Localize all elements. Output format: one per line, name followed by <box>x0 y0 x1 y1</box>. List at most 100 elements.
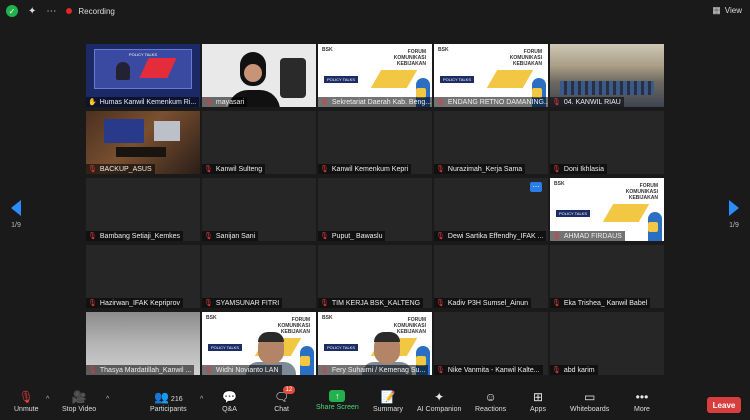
mic-muted-icon: 🎙 <box>320 367 329 374</box>
mic-muted-icon: 🎙 <box>204 166 213 173</box>
recording-label: Recording <box>78 6 115 16</box>
participant-tile[interactable]: 🎙 Doni Ikhlasia <box>550 111 664 174</box>
share-screen-button[interactable]: ↑ Share Screen <box>316 390 359 411</box>
more-button[interactable]: ••• More <box>634 390 650 413</box>
participant-name-tag: ✋ Humas Kanwil Kemenkum Ri... <box>86 97 200 107</box>
participant-tile[interactable]: BSK FORUM KOMUNIKASI KEBIJAKAN POLICY TALKS 🎙… <box>318 44 432 107</box>
participant-tile[interactable]: 🎙 Sanijan Sani <box>202 178 316 241</box>
participant-tile[interactable]: 🎙 TIM KERJA BSK_KALTENG <box>318 245 432 308</box>
participant-name-tag: 🎙 Eka Trishea_ Kanwil Babel <box>550 298 651 308</box>
whiteboards-label: Whiteboards <box>570 406 610 413</box>
unmute-button[interactable]: 🎙 Unmute <box>14 390 39 413</box>
participants-button[interactable]: 👥 216 Participants <box>150 390 187 413</box>
mic-muted-icon: 🎙 <box>204 367 213 374</box>
chat-button[interactable]: 🗨 12 Chat <box>274 386 296 413</box>
studio-desk <box>116 147 166 157</box>
mic-muted-icon: 🎙 <box>88 300 97 307</box>
participant-name: Bambang Setiaji_Kemkes <box>99 232 181 240</box>
participant-tile[interactable]: 🎙 Kanwil Kemenkum Kepri <box>318 111 432 174</box>
share-screen-icon: ↑ <box>329 390 346 402</box>
recording-indicator[interactable]: Recording <box>66 6 115 16</box>
stop-video-label: Stop Video <box>62 406 97 413</box>
slide-title: FORUM KOMUNIKASI KEBIJAKAN <box>393 49 426 67</box>
more-icon[interactable]: ⋯ <box>46 6 56 17</box>
tile-more-options-icon[interactable]: ⋯ <box>530 182 542 192</box>
apps-button[interactable]: ⊞ Apps <box>530 390 546 413</box>
ai-companion-button[interactable]: ✦ AI Companion <box>417 390 461 413</box>
participants-label: Participants <box>150 406 187 413</box>
apps-icon[interactable]: ✦ <box>28 6 36 17</box>
stop-video-button[interactable]: 🎥 Stop Video <box>62 390 96 413</box>
participant-name: TIM KERJA BSK_KALTENG <box>331 299 421 307</box>
participant-tile[interactable]: 🎙 BACKUP_ASUS <box>86 111 200 174</box>
participant-tile[interactable]: 🎙 Puput_ Bawaslu <box>318 178 432 241</box>
participant-grid: POLICY TALKS ✋ Humas Kanwil Kemenkum Ri...… <box>86 44 664 376</box>
participant-tile[interactable]: BSK FORUM KOMUNIKASI KEBIJAKAN POLICY TALKS 🎙… <box>550 178 664 241</box>
participant-tile[interactable]: 🎙 Nike Vanmita - Kanwil Kalte... <box>434 312 548 375</box>
participant-name: SYAMSUNAR FITRI <box>215 299 280 307</box>
participant-tile[interactable]: 🎙 Nurazimah_Kerja Sama <box>434 111 548 174</box>
recording-dot-icon <box>66 8 73 14</box>
grid-icon: ▦ <box>712 5 721 15</box>
mic-muted-icon: 🎙 <box>320 99 329 106</box>
slide-title: FORUM KOMUNIKASI KEBIJAKAN <box>509 49 542 67</box>
participant-tile[interactable]: ⋯ 🎙 Dewi Sartika Effendhy_IFAK ... <box>434 178 548 241</box>
participant-name: Widhi Novianto LAN <box>215 366 279 374</box>
next-page-button[interactable]: 1/9 <box>724 200 744 229</box>
slide-logo: BSK <box>206 315 217 321</box>
mic-muted-icon: 🎙 <box>552 233 561 240</box>
participant-name-tag: 🎙 Hazirwan_IFAK Kepriprov <box>86 298 184 308</box>
mic-muted-icon: 🎙 <box>436 99 445 106</box>
slide-policy-tag: POLICY TALKS <box>324 76 359 83</box>
ellipsis-icon: ••• <box>635 390 649 404</box>
participant-tile[interactable]: 🎙 Hazirwan_IFAK Kepriprov <box>86 245 200 308</box>
stage-screen-text: POLICY TALKS <box>129 52 158 57</box>
audio-options-chevron-icon[interactable]: ^ <box>46 396 49 403</box>
reactions-button[interactable]: ☺ Reactions <box>475 390 506 413</box>
participant-name: Fery Suhaimi / Kemenag Su... <box>331 366 426 374</box>
participant-tile[interactable]: 🎙 Bambang Setiaji_Kemkes <box>86 178 200 241</box>
participant-tile[interactable]: 🎙 Kadiv P3H Sumsel_Ainun <box>434 245 548 308</box>
chat-unread-badge: 12 <box>282 386 296 394</box>
summary-button[interactable]: 📝 Summary <box>373 390 403 413</box>
participant-tile[interactable]: 🎙 Kanwil Sulteng <box>202 111 316 174</box>
participant-tile[interactable]: 🎙 Thasya Mardatillah_Kanwil ... <box>86 312 200 375</box>
slide-title: FORUM KOMUNIKASI KEBIJAKAN <box>393 317 426 335</box>
apps-label: Apps <box>530 406 546 413</box>
mic-muted-icon: 🎙 <box>436 233 445 240</box>
participant-tile[interactable]: BSK FORUM KOMUNIKASI KEBIJAKAN POLICY TALKS 🎙… <box>434 44 548 107</box>
participant-tile[interactable]: 🎙 abd karim <box>550 312 664 375</box>
participant-name-tag: 🎙 TIM KERJA BSK_KALTENG <box>318 298 424 308</box>
whiteboards-button[interactable]: ▭ Whiteboards <box>570 390 609 413</box>
slide-decor-yellow <box>602 204 650 222</box>
participant-tile[interactable]: 🎙 04. KANWIL RIAU <box>550 44 664 107</box>
mic-muted-icon: 🎙 <box>552 99 561 106</box>
participant-tile[interactable]: BSK FORUM KOMUNIKASI KEBIJAKAN POLICY TALKS 🎙… <box>318 312 432 375</box>
prev-page-button[interactable]: 1/9 <box>6 200 26 229</box>
qa-button[interactable]: 💬 Q&A <box>222 390 237 413</box>
participant-name-tag: 🎙 Sekretariat Daerah Kab. Beng... <box>318 97 432 107</box>
participants-chevron-icon[interactable]: ^ <box>200 396 203 403</box>
participant-tile[interactable]: POLICY TALKS ✋ Humas Kanwil Kemenkum Ri... <box>86 44 200 107</box>
participant-name: BACKUP_ASUS <box>99 165 152 173</box>
slide-decor-yellow <box>486 70 534 88</box>
mic-muted-icon: 🎙 <box>320 233 329 240</box>
person-hair <box>374 332 400 342</box>
participant-name: Nike Vanmita - Kanwil Kalte... <box>447 366 540 374</box>
mic-muted-icon: 🎙 <box>204 300 213 307</box>
participant-name-tag: 🎙 Puput_ Bawaslu <box>318 231 386 241</box>
leave-button[interactable]: Leave <box>707 397 741 413</box>
participant-name-tag: 🎙 BACKUP_ASUS <box>86 164 155 174</box>
participant-tile[interactable]: 🎙 Eka Trishea_ Kanwil Babel <box>550 245 664 308</box>
video-options-chevron-icon[interactable]: ^ <box>106 396 109 403</box>
participant-tile[interactable]: 🎙 SYAMSUNAR FITRI <box>202 245 316 308</box>
participant-tile[interactable]: BSK FORUM KOMUNIKASI KEBIJAKAN POLICY TALKS 🎙… <box>202 312 316 375</box>
view-button[interactable]: ▦ View <box>712 5 742 16</box>
participant-tile[interactable]: 🎙 mayasari <box>202 44 316 107</box>
participant-name-tag: 🎙 Dewi Sartika Effendhy_IFAK ... <box>434 231 547 241</box>
studio-screen-secondary <box>154 121 180 141</box>
chat-label: Chat <box>274 406 290 413</box>
slide-logo: BSK <box>322 315 333 321</box>
slide-title: FORUM KOMUNIKASI KEBIJAKAN <box>625 183 658 201</box>
shield-icon[interactable]: ✓ <box>6 5 18 17</box>
